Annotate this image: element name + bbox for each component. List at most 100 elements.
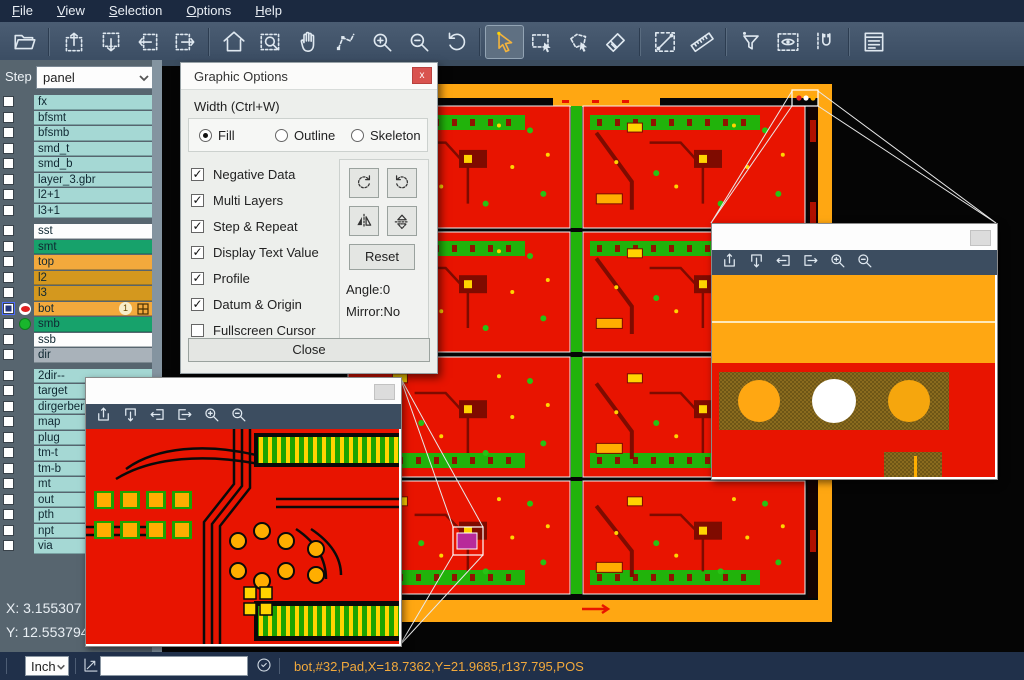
- layer-name[interactable]: l2+1: [34, 188, 152, 203]
- layer-row-l2[interactable]: l2: [0, 271, 162, 286]
- menu-file[interactable]: File: [0, 1, 45, 21]
- layer-row-sst[interactable]: sst: [0, 224, 162, 239]
- layer-row-l3+1[interactable]: l3+1: [0, 204, 162, 219]
- layer-checkbox[interactable]: [3, 287, 14, 298]
- dialog-title-bar[interactable]: Graphic Options x: [181, 63, 437, 90]
- layer-row-l3[interactable]: l3: [0, 286, 162, 301]
- layer-checkbox[interactable]: [3, 370, 14, 381]
- layer-name[interactable]: smb: [34, 317, 152, 332]
- ortho-angle-icon[interactable]: [82, 656, 100, 677]
- zoom-previous-button[interactable]: [437, 26, 474, 58]
- layer-name[interactable]: fx: [34, 95, 152, 110]
- clean-button[interactable]: [597, 26, 634, 58]
- layer-name[interactable]: smd_b: [34, 157, 152, 172]
- pan-button[interactable]: [289, 26, 326, 58]
- layer-name[interactable]: dir: [34, 348, 152, 363]
- zoom-out-button[interactable]: [400, 26, 437, 58]
- move-down-button[interactable]: [121, 405, 140, 429]
- zoom-out-button[interactable]: [855, 251, 874, 275]
- menu-help[interactable]: Help: [243, 1, 294, 21]
- checkbox-step-repeat[interactable]: ✓Step & Repeat: [191, 213, 319, 239]
- magnifier-window-detail[interactable]: [85, 377, 402, 647]
- snap-button[interactable]: [806, 26, 843, 58]
- layer-row-smt[interactable]: smt: [0, 240, 162, 255]
- select-button[interactable]: [486, 26, 523, 58]
- checkbox-datum-origin[interactable]: ✓Datum & Origin: [191, 291, 319, 317]
- layer-checkbox[interactable]: [3, 143, 14, 154]
- rotate-ccw-button[interactable]: [387, 168, 417, 198]
- popup-title-bar[interactable]: [712, 224, 997, 250]
- move-left-button[interactable]: [148, 405, 167, 429]
- layer-name[interactable]: layer_3.gbr: [34, 173, 152, 188]
- command-input[interactable]: [100, 656, 248, 676]
- menu-view[interactable]: View: [45, 1, 97, 21]
- zoom-in-button[interactable]: [828, 251, 847, 275]
- close-button[interactable]: Close: [188, 338, 430, 362]
- layer-checkbox[interactable]: [3, 463, 14, 474]
- open-button[interactable]: [6, 26, 43, 58]
- move-right-button[interactable]: [175, 405, 194, 429]
- layer-checkbox[interactable]: [3, 96, 14, 107]
- home-view-button[interactable]: [215, 26, 252, 58]
- layers-panel-button[interactable]: [855, 26, 892, 58]
- mirror-vertical-button[interactable]: [387, 206, 417, 236]
- move-down-button[interactable]: [747, 251, 766, 275]
- layer-checkbox[interactable]: [3, 205, 14, 216]
- zoom-in-button[interactable]: [202, 405, 221, 429]
- layer-row-bot[interactable]: bot1: [0, 302, 162, 317]
- layer-name[interactable]: l2: [34, 271, 152, 286]
- layer-checkbox[interactable]: [3, 334, 14, 345]
- unit-select[interactable]: Inch: [25, 656, 69, 676]
- layer-row-dir[interactable]: dir: [0, 348, 162, 363]
- view-left-button[interactable]: [129, 26, 166, 58]
- popup-window-button[interactable]: [970, 230, 991, 246]
- layer-checkbox[interactable]: [3, 494, 14, 505]
- magnifier-window-fiducial[interactable]: [711, 223, 998, 480]
- layer-checkbox[interactable]: [3, 189, 14, 200]
- view-right-button[interactable]: [166, 26, 203, 58]
- layer-checkbox[interactable]: [3, 540, 14, 551]
- layer-checkbox[interactable]: [3, 272, 14, 283]
- layer-row-fx[interactable]: fx: [0, 95, 162, 110]
- zoom-out-button[interactable]: [229, 405, 248, 429]
- layer-name[interactable]: sst: [34, 224, 152, 239]
- layer-name[interactable]: bfsmt: [34, 111, 152, 126]
- layer-checkbox[interactable]: [3, 447, 14, 458]
- menu-selection[interactable]: Selection: [97, 1, 174, 21]
- layer-checkbox[interactable]: [3, 112, 14, 123]
- zoom-in-button[interactable]: [363, 26, 400, 58]
- layer-name[interactable]: smt: [34, 240, 152, 255]
- view-options-button[interactable]: [769, 26, 806, 58]
- reset-button[interactable]: Reset: [349, 244, 415, 270]
- layer-checkbox[interactable]: [3, 401, 14, 412]
- move-right-button[interactable]: [801, 251, 820, 275]
- move-left-button[interactable]: [774, 251, 793, 275]
- zoom-window-button[interactable]: [252, 26, 289, 58]
- layer-checkbox[interactable]: [3, 174, 14, 185]
- popup-window-button[interactable]: [374, 384, 395, 400]
- layer-checkbox[interactable]: [3, 127, 14, 138]
- layer-row-layer_3.gbr[interactable]: layer_3.gbr: [0, 173, 162, 188]
- layer-checkbox[interactable]: [3, 225, 14, 236]
- layer-row-bfsmb[interactable]: bfsmb: [0, 126, 162, 141]
- layer-checkbox[interactable]: [3, 241, 14, 252]
- layer-row-smd_t[interactable]: smd_t: [0, 142, 162, 157]
- layer-checkbox[interactable]: [3, 416, 14, 427]
- layer-name[interactable]: smd_t: [34, 142, 152, 157]
- popup-title-bar[interactable]: [86, 378, 401, 404]
- layer-checkbox[interactable]: [3, 385, 14, 396]
- layer-checkbox[interactable]: [3, 478, 14, 489]
- checkbox-display-text-value[interactable]: ✓Display Text Value: [191, 239, 319, 265]
- layer-checkbox[interactable]: [3, 303, 14, 314]
- layer-row-ssb[interactable]: ssb: [0, 333, 162, 348]
- layer-name[interactable]: bfsmb: [34, 126, 152, 141]
- layer-name[interactable]: l3: [34, 286, 152, 301]
- checkbox-negative-data[interactable]: ✓Negative Data: [191, 161, 319, 187]
- ruler-button[interactable]: [683, 26, 720, 58]
- layer-checkbox[interactable]: [3, 525, 14, 536]
- step-select[interactable]: panel: [36, 66, 154, 89]
- layer-name[interactable]: l3+1: [34, 204, 152, 219]
- layer-checkbox[interactable]: [3, 432, 14, 443]
- layer-checkbox[interactable]: [3, 318, 14, 329]
- radio-fill[interactable]: Fill: [199, 128, 235, 143]
